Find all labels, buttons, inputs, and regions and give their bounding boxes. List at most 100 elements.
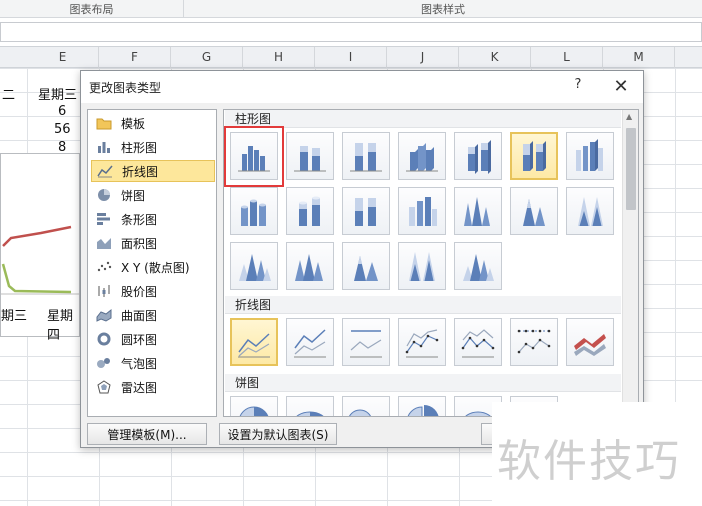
cylinder-icon bbox=[409, 197, 437, 226]
cone-icon bbox=[578, 197, 603, 226]
column-header-g[interactable]: G bbox=[171, 47, 243, 68]
chart-type-area[interactable]: 面积图 bbox=[91, 232, 215, 254]
pie-of-pie-thumb[interactable] bbox=[342, 396, 390, 416]
pie-icon bbox=[407, 405, 439, 416]
column-header-f[interactable]: F bbox=[99, 47, 171, 68]
clustered-column-icon bbox=[238, 146, 270, 172]
bubble-chart-icon bbox=[95, 355, 113, 371]
stacked-cylinder-thumb[interactable] bbox=[286, 187, 334, 235]
pyramid-icon bbox=[295, 254, 323, 281]
3d-percent-stacked-column-icon bbox=[523, 141, 546, 171]
chart-type-bubble[interactable]: 气泡图 bbox=[91, 352, 215, 374]
3d-column-icon bbox=[576, 139, 603, 171]
column-header-i[interactable]: I bbox=[315, 47, 387, 68]
exploded-pie-thumb[interactable] bbox=[398, 396, 446, 416]
chart-axis-label: 星期四 bbox=[47, 309, 74, 343]
3d-stacked-column-thumb[interactable] bbox=[454, 132, 502, 180]
pie-icon bbox=[296, 411, 324, 416]
3d-column-thumb[interactable] bbox=[566, 132, 614, 180]
chart-type-column[interactable]: 柱形图 bbox=[91, 136, 215, 158]
formula-bar[interactable] bbox=[0, 22, 702, 42]
area-chart-icon bbox=[95, 235, 113, 251]
percent-stacked-pyramid-thumb[interactable] bbox=[398, 242, 446, 290]
section-heading-pie: 饼图 bbox=[225, 374, 621, 392]
chart-type-bar[interactable]: 条形图 bbox=[91, 208, 215, 230]
stacked-column-thumb[interactable] bbox=[286, 132, 334, 180]
surface-chart-icon bbox=[95, 307, 113, 323]
percent-stacked-column-thumb[interactable] bbox=[342, 132, 390, 180]
clustered-cone-thumb[interactable] bbox=[454, 187, 502, 235]
3d-cone-thumb[interactable] bbox=[230, 242, 278, 290]
excel-window: 图表布局 图表样式 E F G H I J K L M 二 星期三 6 56 8… bbox=[0, 0, 702, 506]
3d-percent-stacked-column-thumb[interactable] bbox=[510, 132, 558, 180]
chart-type-label: 圆环图 bbox=[121, 332, 158, 347]
pie-thumb[interactable] bbox=[230, 396, 278, 416]
stacked-cone-thumb[interactable] bbox=[510, 187, 558, 235]
percent-stacked-cone-thumb[interactable] bbox=[566, 187, 614, 235]
embedded-chart[interactable]: 期三 星期四 bbox=[0, 153, 80, 343]
cone-icon bbox=[464, 197, 490, 226]
clustered-pyramid-thumb[interactable] bbox=[286, 242, 334, 290]
set-default-chart-button[interactable]: 设置为默认图表(S) bbox=[219, 423, 337, 445]
3d-line-thumb[interactable] bbox=[566, 318, 614, 366]
section-heading-line: 折线图 bbox=[225, 296, 621, 314]
dialog-title-bar[interactable]: 更改图表类型 ? ✕ bbox=[81, 71, 643, 103]
3d-pyramid-thumb[interactable] bbox=[454, 242, 502, 290]
cell-header-tuesday[interactable]: 二 bbox=[2, 84, 15, 103]
ribbon-group-chart-styles: 图表样式 bbox=[421, 3, 465, 16]
percent-stacked-cylinder-thumb[interactable] bbox=[342, 187, 390, 235]
column-header-j[interactable]: J bbox=[387, 47, 459, 68]
chart-type-list: 模板 柱形图 折线图 饼图 条形图 面积图 X Y (散点图) 股价图 曲面图 … bbox=[87, 109, 217, 417]
3d-cylinder-thumb[interactable] bbox=[398, 187, 446, 235]
gallery-scrollbar[interactable]: ▲ bbox=[622, 110, 638, 416]
help-button[interactable]: ? bbox=[569, 77, 587, 97]
line-with-markers-thumb[interactable] bbox=[398, 318, 446, 366]
line-markers-icon bbox=[461, 329, 495, 358]
line-chart-thumb[interactable] bbox=[230, 318, 278, 366]
chart-type-template[interactable]: 模板 bbox=[91, 112, 215, 134]
cell-header-wednesday[interactable]: 星期三 bbox=[38, 84, 77, 103]
chart-type-label: 模板 bbox=[121, 116, 146, 131]
cylinder-icon bbox=[241, 199, 266, 226]
3d-clustered-column-thumb[interactable] bbox=[398, 132, 446, 180]
clustered-cylinder-thumb[interactable] bbox=[230, 187, 278, 235]
manage-templates-button[interactable]: 管理模板(M)... bbox=[87, 423, 207, 445]
chart-type-stock[interactable]: 股价图 bbox=[91, 280, 215, 302]
pie-chart-icon bbox=[95, 187, 113, 203]
stacked-line-with-markers-thumb[interactable] bbox=[454, 318, 502, 366]
stock-chart-icon bbox=[95, 283, 113, 299]
chart-type-label: 股价图 bbox=[121, 284, 158, 299]
cell-value[interactable]: 56 bbox=[54, 122, 71, 137]
column-header-h[interactable]: H bbox=[243, 47, 315, 68]
stacked-pyramid-thumb[interactable] bbox=[342, 242, 390, 290]
cell-value[interactable]: 6 bbox=[58, 104, 66, 119]
bar-chart-icon bbox=[95, 211, 113, 227]
chart-type-radar[interactable]: 雷达图 bbox=[91, 376, 215, 398]
close-button[interactable]: ✕ bbox=[609, 75, 633, 99]
chart-type-line[interactable]: 折线图 bbox=[91, 160, 215, 182]
chart-type-label: 饼图 bbox=[121, 188, 146, 203]
percent-stacked-line-thumb[interactable] bbox=[342, 318, 390, 366]
chart-type-doughnut[interactable]: 圆环图 bbox=[91, 328, 215, 350]
chart-type-label: 雷达图 bbox=[121, 380, 158, 395]
3d-stacked-column-icon bbox=[468, 140, 491, 174]
stacked-line-thumb[interactable] bbox=[286, 318, 334, 366]
clustered-column-thumb[interactable] bbox=[230, 132, 278, 180]
column-header-k[interactable]: K bbox=[459, 47, 531, 68]
line-icon bbox=[294, 329, 326, 358]
scrollbar-thumb[interactable] bbox=[626, 128, 636, 210]
watermark-text: 软件技巧 bbox=[497, 436, 681, 487]
chart-type-pie[interactable]: 饼图 bbox=[91, 184, 215, 206]
chart-type-scatter[interactable]: X Y (散点图) bbox=[91, 256, 215, 278]
chart-type-label: 曲面图 bbox=[121, 308, 158, 323]
column-header-e[interactable]: E bbox=[27, 47, 99, 68]
column-header-m[interactable]: M bbox=[603, 47, 675, 68]
chart-subtype-gallery: 柱形图 折线图 饼图 ▲ bbox=[223, 109, 639, 417]
column-header-l[interactable]: L bbox=[531, 47, 603, 68]
chart-type-label: X Y (散点图) bbox=[121, 260, 190, 275]
3d-pie-thumb[interactable] bbox=[286, 396, 334, 416]
percent-stacked-line-with-markers-thumb[interactable] bbox=[510, 318, 558, 366]
scroll-up-icon[interactable]: ▲ bbox=[626, 112, 632, 121]
cylinder-icon bbox=[355, 198, 376, 226]
chart-type-surface[interactable]: 曲面图 bbox=[91, 304, 215, 326]
